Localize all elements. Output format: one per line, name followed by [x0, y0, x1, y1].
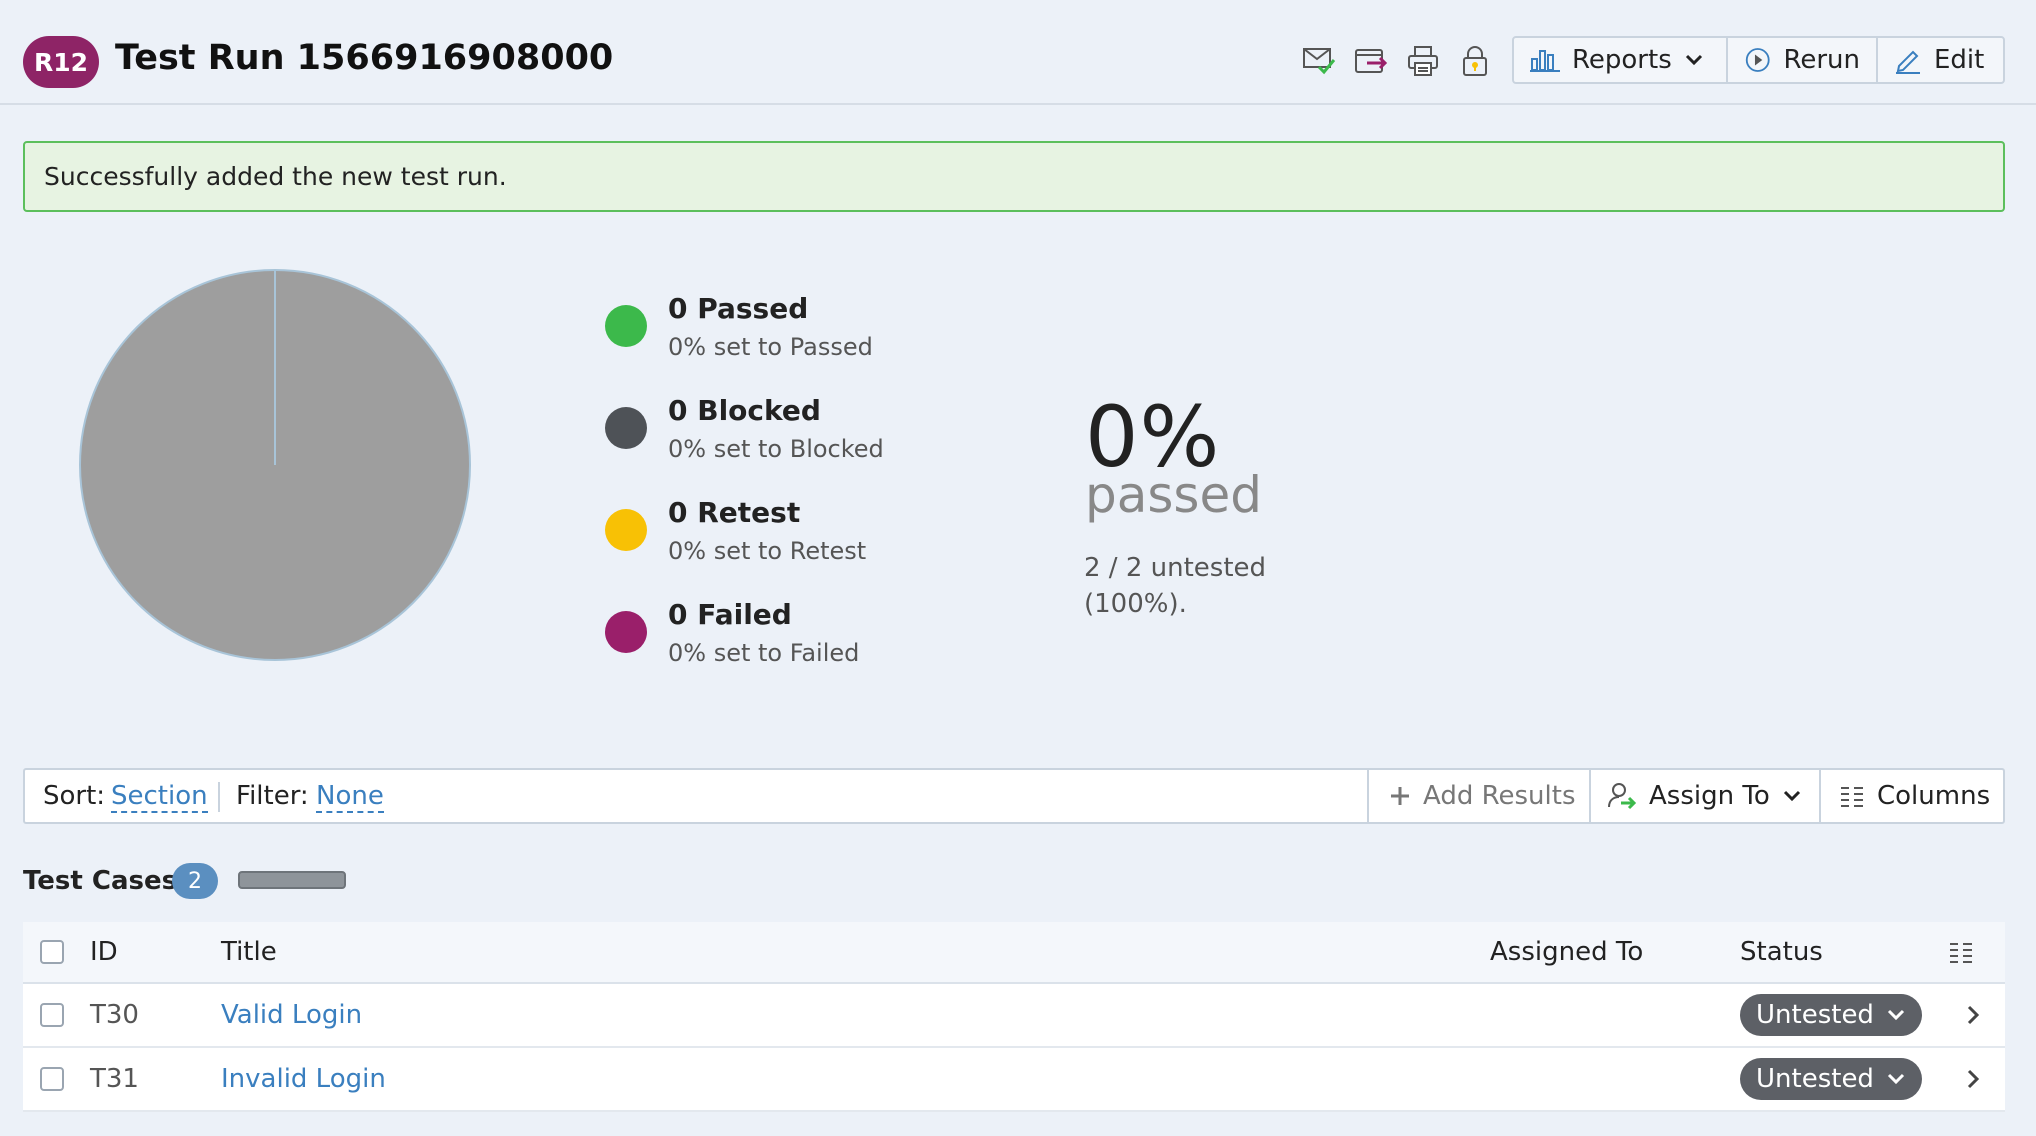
status-cell: Untested — [1740, 984, 1922, 1046]
toolbar-divider — [1589, 770, 1591, 822]
test-toolbar: Sort: Section Filter: None Add Results A… — [23, 768, 2005, 824]
status-label: Untested — [1756, 1000, 1874, 1030]
sort-section-link[interactable]: Section — [111, 781, 208, 813]
filter-label: Filter: — [236, 781, 309, 811]
legend-sub-blocked: 0% set to Blocked — [668, 435, 884, 463]
test-cases-title: Test Cases — [23, 866, 178, 896]
bar-chart-icon — [1530, 50, 1560, 72]
row-checkbox-cell — [40, 984, 64, 1046]
add-results-button[interactable]: Add Results — [1389, 770, 1575, 822]
assign-to-label: Assign To — [1649, 781, 1770, 811]
select-all-checkbox-cell — [40, 922, 64, 982]
chevron-right-icon[interactable] — [1965, 984, 1981, 1046]
toolbar-divider — [218, 782, 220, 812]
table-row[interactable]: T30 Valid Login Untested — [23, 984, 2005, 1048]
chevron-down-icon — [1783, 790, 1800, 802]
lock-icon[interactable] — [1456, 42, 1494, 80]
page-title: Test Run 1566916908000 — [115, 38, 614, 78]
column-header-id[interactable]: ID — [90, 922, 118, 982]
sort-label: Sort: — [43, 781, 106, 811]
status-label: Untested — [1756, 1064, 1874, 1094]
column-header-title[interactable]: Title — [221, 922, 277, 982]
column-header-status[interactable]: Status — [1740, 922, 1823, 982]
toolbar-divider — [1367, 770, 1369, 822]
edit-button[interactable]: Edit — [1876, 38, 2003, 82]
export-icon[interactable] — [1352, 42, 1390, 80]
case-title-link[interactable]: Invalid Login — [221, 1048, 386, 1110]
chevron-down-icon — [1887, 1009, 1905, 1021]
alert-message: Successfully added the new test run. — [44, 162, 507, 191]
test-cases-table: ID Title Assigned To Status T30 Valid Lo… — [23, 922, 2005, 1112]
legend-sub-retest: 0% set to Retest — [668, 537, 867, 565]
toolbar-divider — [1819, 770, 1821, 822]
untested-summary: 2 / 2 untested (100%). — [1084, 553, 1267, 619]
passed-label: passed — [1085, 466, 1262, 524]
columns-button[interactable]: Columns — [1839, 770, 1990, 822]
play-icon — [1745, 48, 1770, 72]
case-title-link[interactable]: Valid Login — [221, 984, 362, 1046]
add-results-label: Add Results — [1423, 781, 1576, 811]
pencil-icon — [1896, 50, 1920, 74]
column-settings-icon[interactable] — [1948, 922, 1974, 982]
columns-icon — [1841, 787, 1863, 807]
status-dropdown[interactable]: Untested — [1740, 994, 1922, 1036]
progress-bar — [238, 871, 346, 889]
print-icon[interactable] — [1404, 42, 1442, 80]
results-pie-chart — [79, 269, 471, 661]
row-checkbox[interactable] — [40, 1003, 64, 1027]
row-checkbox[interactable] — [40, 1067, 64, 1091]
reports-button[interactable]: Reports — [1514, 38, 1726, 82]
run-id-badge: R12 — [23, 36, 99, 88]
legend-title-blocked: 0 Blocked — [668, 394, 821, 427]
assign-to-button[interactable]: Assign To — [1607, 770, 1802, 822]
row-checkbox-cell — [40, 1048, 64, 1110]
legend-dot-blocked — [605, 407, 647, 449]
success-alert: Successfully added the new test run. — [23, 141, 2005, 212]
chevron-right-icon[interactable] — [1965, 1048, 1981, 1110]
table-header: ID Title Assigned To Status — [23, 922, 2005, 984]
status-dropdown[interactable]: Untested — [1740, 1058, 1922, 1100]
chevron-down-icon — [1887, 1073, 1905, 1085]
legend-dot-passed — [605, 305, 647, 347]
reports-label: Reports — [1572, 45, 1672, 75]
columns-label: Columns — [1877, 781, 1991, 811]
legend-sub-passed: 0% set to Passed — [668, 333, 873, 361]
case-id: T31 — [90, 1064, 139, 1094]
legend-title-passed: 0 Passed — [668, 292, 809, 325]
rerun-button[interactable]: Rerun — [1726, 38, 1876, 82]
legend-dot-failed — [605, 611, 647, 653]
legend-sub-failed: 0% set to Failed — [668, 639, 860, 667]
legend-title-failed: 0 Failed — [668, 598, 792, 631]
filter-none-link[interactable]: None — [316, 781, 384, 813]
legend-dot-retest — [605, 509, 647, 551]
assign-user-icon — [1608, 783, 1637, 810]
rerun-label: Rerun — [1783, 45, 1860, 75]
select-all-checkbox[interactable] — [40, 940, 64, 964]
test-cases-count-badge: 2 — [172, 863, 218, 899]
chevron-down-icon — [1685, 54, 1702, 66]
case-id: T30 — [90, 1000, 139, 1030]
mail-check-icon[interactable] — [1300, 42, 1338, 80]
table-row[interactable]: T31 Invalid Login Untested — [23, 1048, 2005, 1112]
edit-label: Edit — [1934, 45, 1985, 75]
column-header-assigned-to[interactable]: Assigned To — [1490, 922, 1643, 982]
plus-icon — [1391, 787, 1409, 805]
legend-title-retest: 0 Retest — [668, 496, 801, 529]
status-cell: Untested — [1740, 1048, 1922, 1110]
header-button-group: Reports Rerun Edit — [1512, 36, 2005, 84]
